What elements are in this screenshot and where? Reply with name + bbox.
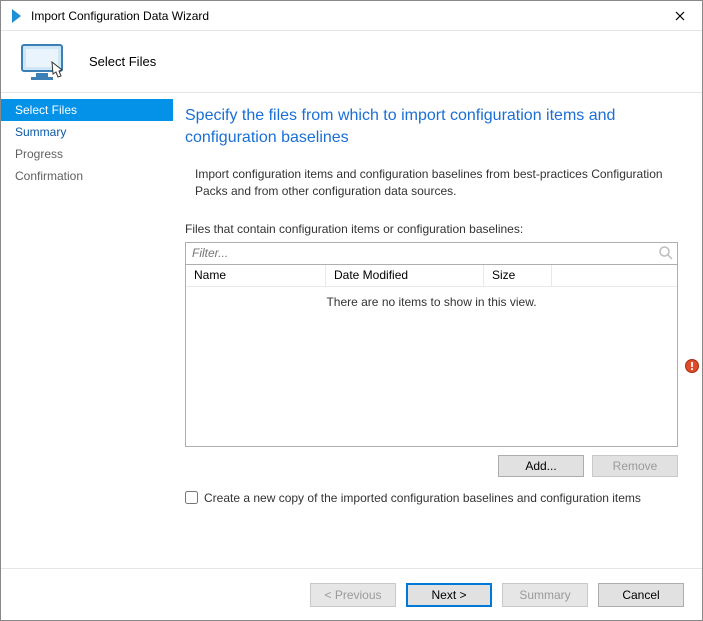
- titlebar: Import Configuration Data Wizard: [1, 1, 702, 31]
- create-copy-label: Create a new copy of the imported config…: [204, 491, 641, 505]
- previous-button: < Previous: [310, 583, 396, 607]
- remove-button: Remove: [592, 455, 678, 477]
- list-label: Files that contain configuration items o…: [185, 222, 678, 236]
- window-title: Import Configuration Data Wizard: [31, 9, 657, 23]
- column-name[interactable]: Name: [186, 265, 326, 286]
- column-date-modified[interactable]: Date Modified: [326, 265, 484, 286]
- wizard-footer: < Previous Next > Summary Cancel: [1, 568, 702, 620]
- add-button[interactable]: Add...: [498, 455, 584, 477]
- wizard-arrow-icon: [9, 8, 25, 24]
- next-button[interactable]: Next >: [406, 583, 492, 607]
- column-size[interactable]: Size: [484, 265, 552, 286]
- close-button[interactable]: [657, 1, 702, 30]
- step-summary[interactable]: Summary: [1, 121, 173, 143]
- wizard-steps-sidebar: Select Files Summary Progress Confirmati…: [1, 93, 173, 568]
- header-subtitle: Select Files: [89, 54, 156, 69]
- create-copy-checkbox[interactable]: [185, 491, 198, 504]
- filter-input[interactable]: [185, 242, 678, 265]
- column-spacer: [552, 265, 677, 286]
- page-heading: Specify the files from which to import c…: [185, 105, 678, 148]
- filter-wrap: [185, 242, 678, 265]
- search-icon[interactable]: [658, 245, 674, 261]
- monitor-icon: [19, 42, 67, 82]
- page-description: Import configuration items and configura…: [195, 166, 678, 200]
- validation-error-icon[interactable]: [685, 359, 699, 373]
- grid-header: Name Date Modified Size: [186, 265, 677, 287]
- wizard-main-panel: Specify the files from which to import c…: [173, 93, 702, 568]
- step-select-files[interactable]: Select Files: [1, 99, 173, 121]
- step-progress[interactable]: Progress: [1, 143, 173, 165]
- cancel-button[interactable]: Cancel: [598, 583, 684, 607]
- files-grid: Name Date Modified Size There are no ite…: [185, 265, 678, 447]
- summary-button: Summary: [502, 583, 588, 607]
- step-confirmation[interactable]: Confirmation: [1, 165, 173, 187]
- wizard-header: Select Files: [1, 31, 702, 93]
- create-copy-checkbox-row[interactable]: Create a new copy of the imported config…: [185, 491, 678, 505]
- grid-empty-message: There are no items to show in this view.: [186, 287, 677, 446]
- wizard-window: Import Configuration Data Wizard Select …: [0, 0, 703, 621]
